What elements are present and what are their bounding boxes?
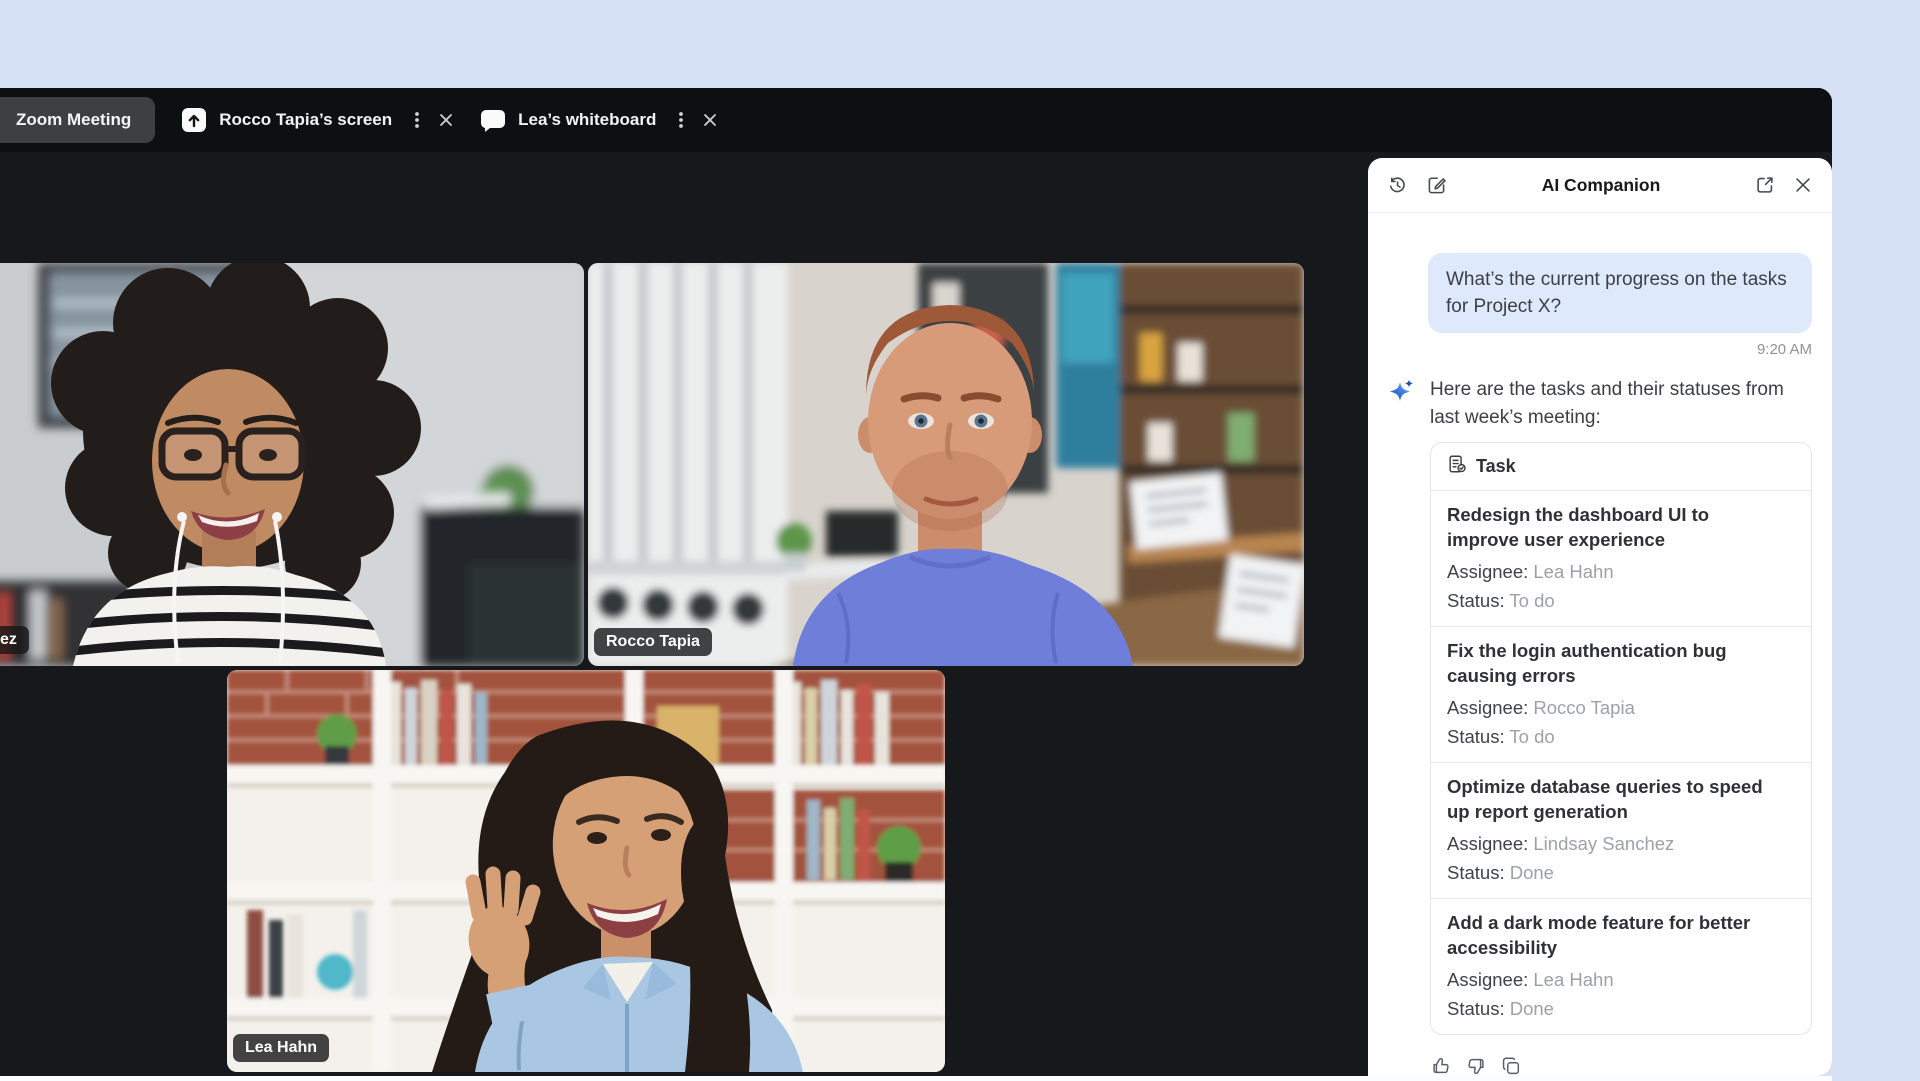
video-tile-rocco-tapia[interactable]: Rocco Tapia: [588, 263, 1304, 666]
task-list-icon: [1447, 454, 1467, 479]
message-timestamp: 9:20 AM: [1388, 341, 1812, 358]
task-card-title: Task: [1476, 456, 1516, 477]
assistant-message-text: Here are the tasks and their statuses fr…: [1430, 376, 1784, 432]
task-title: Redesign the dashboard UI toimprove user…: [1447, 502, 1795, 552]
share-screen-icon: [181, 107, 207, 133]
tab-zoom-meeting[interactable]: Zoom Meeting: [0, 97, 155, 143]
task-item: Optimize database queries to speedup rep…: [1431, 763, 1811, 899]
thumbs-up-icon[interactable]: [1430, 1055, 1452, 1076]
task-assignee: Assignee: Lindsay Sanchez: [1447, 831, 1795, 856]
lea-hahn-video: [227, 670, 945, 1072]
thumbs-down-icon[interactable]: [1465, 1055, 1487, 1076]
task-card: Task Redesign the dashboard UI toimprove…: [1430, 442, 1812, 1035]
pop-out-icon[interactable]: [1754, 174, 1776, 196]
task-item: Redesign the dashboard UI toimprove user…: [1431, 491, 1811, 627]
tab-lea-whiteboard[interactable]: Lea’s whiteboard: [480, 108, 718, 132]
ai-chat-thread: What’s the current progress on the tasks…: [1368, 253, 1832, 1076]
task-status: Status: To do: [1447, 588, 1795, 613]
task-item: Fix the login authentication bugcausing …: [1431, 627, 1811, 763]
task-status: Status: To do: [1447, 724, 1795, 749]
assistant-message: Here are the tasks and their statuses fr…: [1388, 376, 1812, 432]
tab-label: Rocco Tapia’s screen: [219, 110, 392, 130]
ai-companion-header: AI Companion: [1368, 158, 1832, 213]
zoom-window: Zoom Meeting Rocco Tapia’s screen Lea’: [0, 88, 1832, 1076]
task-title: Fix the login authentication bugcausing …: [1447, 638, 1795, 688]
tab-rocco-screen[interactable]: Rocco Tapia’s screen: [181, 107, 454, 133]
panel-title: AI Companion: [1448, 175, 1754, 196]
task-status: Status: Done: [1447, 860, 1795, 885]
history-icon[interactable]: [1386, 174, 1408, 196]
screen: Zoom Meeting Rocco Tapia’s screen Lea’: [0, 0, 1920, 1081]
video-tile-participant-1[interactable]: ez: [0, 263, 584, 666]
tab-menu-icon[interactable]: [408, 110, 426, 130]
whiteboard-icon: [480, 108, 506, 132]
close-icon[interactable]: [1792, 174, 1814, 196]
tab-label: Zoom Meeting: [16, 110, 131, 130]
tab-close-icon[interactable]: [438, 112, 454, 128]
task-status: Status: Done: [1447, 996, 1795, 1021]
ai-companion-panel: AI Companion What’s the current progress…: [1368, 158, 1832, 1076]
video-tile-lea-hahn[interactable]: Lea Hahn: [227, 670, 945, 1072]
user-message-bubble: What’s the current progress on the tasks…: [1428, 253, 1812, 333]
participant-name-badge: Lea Hahn: [233, 1034, 329, 1062]
participant-1-video: [0, 263, 584, 666]
tab-menu-icon[interactable]: [672, 110, 690, 130]
task-title: Optimize database queries to speedup rep…: [1447, 774, 1795, 824]
participant-name-badge: ez: [0, 626, 29, 654]
task-assignee: Assignee: Lea Hahn: [1447, 967, 1795, 992]
tab-label: Lea’s whiteboard: [518, 110, 656, 130]
rocco-tapia-video: [588, 263, 1304, 666]
task-assignee: Assignee: Lea Hahn: [1447, 559, 1795, 584]
ai-companion-sparkle-icon: [1388, 378, 1415, 432]
tab-close-icon[interactable]: [702, 112, 718, 128]
task-card-header: Task: [1431, 443, 1811, 491]
message-feedback-bar: [1430, 1055, 1812, 1076]
tab-bar: Zoom Meeting Rocco Tapia’s screen Lea’: [0, 88, 1832, 152]
task-assignee: Assignee: Rocco Tapia: [1447, 695, 1795, 720]
new-chat-icon[interactable]: [1426, 174, 1448, 196]
participant-name-badge: Rocco Tapia: [594, 628, 712, 656]
task-title: Add a dark mode feature for betteraccess…: [1447, 910, 1795, 960]
page-bottom-strip: [0, 1076, 1832, 1081]
task-item: Add a dark mode feature for betteraccess…: [1431, 899, 1811, 1034]
copy-icon[interactable]: [1500, 1055, 1522, 1076]
